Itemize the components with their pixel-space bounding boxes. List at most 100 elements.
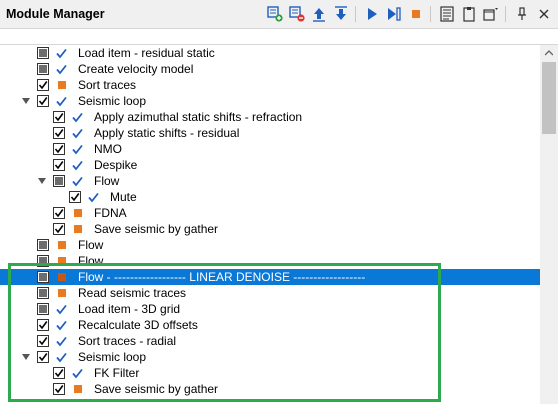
module-checkbox[interactable] — [37, 255, 49, 267]
properties-button[interactable] — [437, 4, 457, 24]
chevron-down-icon — [22, 98, 30, 104]
module-checkbox[interactable] — [53, 367, 65, 379]
scrollbar-thumb[interactable] — [542, 62, 556, 134]
checkmark-icon — [54, 145, 64, 154]
close-icon — [539, 9, 549, 19]
tree-expander[interactable] — [37, 173, 47, 189]
tree-row[interactable]: Flow — [0, 237, 540, 253]
properties-icon — [440, 6, 454, 22]
status-check-icon — [88, 191, 99, 203]
module-label: Apply static shifts - residual — [94, 126, 240, 140]
tree-row[interactable]: Create velocity model — [0, 61, 540, 77]
module-checkbox[interactable] — [53, 223, 65, 235]
toolbar-separator — [505, 6, 506, 22]
module-tree[interactable]: Load item - residual static Create veloci… — [0, 45, 540, 404]
chevron-down-icon — [38, 178, 46, 184]
chevron-up-icon — [545, 50, 553, 56]
tree-expander[interactable] — [21, 349, 31, 365]
module-checkbox[interactable] — [37, 95, 49, 107]
module-label: Load item - 3D grid — [78, 302, 181, 316]
module-label: Flow - ------------------ LINEAR DENOISE… — [78, 270, 366, 284]
pin-button[interactable] — [512, 4, 532, 24]
tree-row[interactable]: Save seismic by gather — [0, 221, 540, 237]
status-square-icon — [72, 207, 83, 219]
remove-module-icon — [289, 6, 305, 22]
tree-row[interactable]: Recalculate 3D offsets — [0, 317, 540, 333]
stop-button[interactable] — [406, 4, 426, 24]
window-options-button[interactable] — [481, 4, 501, 24]
close-button[interactable] — [534, 4, 554, 24]
tree-row[interactable]: Load item - 3D grid — [0, 301, 540, 317]
tree-row[interactable]: Despike — [0, 157, 540, 173]
status-check-icon — [72, 175, 83, 187]
tree-row[interactable]: Apply azimuthal static shifts - refracti… — [0, 109, 540, 125]
module-checkbox[interactable] — [53, 383, 65, 395]
clipboard-button[interactable] — [459, 4, 479, 24]
module-label: Read seismic traces — [78, 286, 187, 300]
module-checkbox[interactable] — [69, 191, 81, 203]
status-square-icon — [56, 287, 67, 299]
module-checkbox[interactable] — [37, 239, 49, 251]
tree-row[interactable]: Read seismic traces — [0, 285, 540, 301]
checkmark-icon — [38, 353, 48, 362]
status-check-icon — [56, 319, 67, 331]
tree-row[interactable]: Seismic loop — [0, 349, 540, 365]
move-up-button[interactable] — [309, 4, 329, 24]
chevron-down-icon — [22, 354, 30, 360]
module-checkbox[interactable] — [53, 207, 65, 219]
remove-module-button[interactable] — [287, 4, 307, 24]
tree-row[interactable]: Load item - residual static — [0, 45, 540, 61]
tree-row[interactable]: Sort traces - radial — [0, 333, 540, 349]
status-check-icon — [72, 159, 83, 171]
toolbar-separator — [430, 6, 431, 22]
tree-row[interactable]: Mute — [0, 189, 540, 205]
checkmark-icon — [54, 369, 64, 378]
module-label: Sort traces - radial — [78, 334, 177, 348]
module-checkbox[interactable] — [53, 111, 65, 123]
move-up-icon — [313, 8, 325, 22]
checkmark-icon — [38, 321, 48, 330]
run-step-button[interactable] — [384, 4, 404, 24]
module-checkbox[interactable] — [37, 47, 49, 59]
vertical-scrollbar[interactable] — [540, 45, 558, 404]
module-checkbox[interactable] — [53, 159, 65, 171]
window-title: Module Manager — [6, 7, 105, 21]
tree-row[interactable]: FDNA — [0, 205, 540, 221]
tree-row[interactable]: NMO — [0, 141, 540, 157]
status-square-icon — [56, 255, 67, 267]
add-module-button[interactable] — [265, 4, 285, 24]
status-check-icon — [56, 63, 67, 75]
module-checkbox[interactable] — [37, 271, 49, 283]
module-label: Flow — [78, 238, 104, 252]
tree-row[interactable]: Seismic loop — [0, 93, 540, 109]
module-checkbox[interactable] — [53, 127, 65, 139]
move-down-button[interactable] — [331, 4, 351, 24]
run-button[interactable] — [362, 4, 382, 24]
tree-row[interactable]: Apply static shifts - residual — [0, 125, 540, 141]
module-checkbox[interactable] — [37, 351, 49, 363]
checkmark-icon — [54, 225, 64, 234]
module-checkbox[interactable] — [53, 143, 65, 155]
module-checkbox[interactable] — [37, 79, 49, 91]
module-label: Load item - residual static — [78, 46, 215, 60]
tree-row[interactable]: Save seismic by gather — [0, 381, 540, 397]
module-checkbox[interactable] — [37, 287, 49, 299]
module-label: Despike — [94, 158, 138, 172]
tree-row[interactable]: FK Filter — [0, 365, 540, 381]
module-checkbox[interactable] — [37, 335, 49, 347]
module-label: Seismic loop — [78, 350, 147, 364]
module-label: Save seismic by gather — [94, 382, 219, 396]
module-checkbox[interactable] — [37, 303, 49, 315]
tree-row[interactable]: Flow — [0, 173, 540, 189]
module-checkbox[interactable] — [37, 63, 49, 75]
module-label: Save seismic by gather — [94, 222, 219, 236]
scroll-up-arrow[interactable] — [540, 45, 558, 61]
tree-row[interactable]: Flow — [0, 253, 540, 269]
tree-expander[interactable] — [21, 93, 31, 109]
tree-row[interactable]: Sort traces — [0, 77, 540, 93]
module-manager-titlebar: Module Manager — [0, 0, 558, 28]
module-checkbox[interactable] — [53, 175, 65, 187]
tree-row-selected[interactable]: Flow - ------------------ LINEAR DENOISE… — [0, 269, 540, 285]
clipboard-icon — [463, 7, 475, 22]
module-checkbox[interactable] — [37, 319, 49, 331]
